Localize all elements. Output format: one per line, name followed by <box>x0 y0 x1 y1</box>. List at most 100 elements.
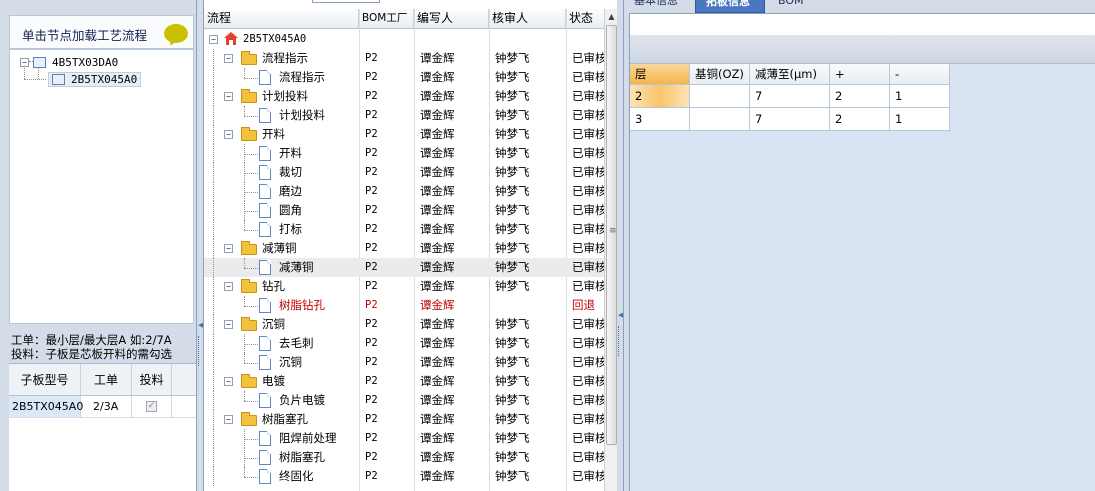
col-header-order[interactable]: 工单 <box>81 364 132 395</box>
flow-group-row[interactable]: − 沉铜 P2 谭金辉 钟梦飞 已审核 <box>204 315 604 334</box>
flow-step-row[interactable]: 树脂钻孔 P2 谭金辉 回退 <box>204 296 604 315</box>
cell-reviewer: 钟梦飞 <box>495 241 530 255</box>
cell-status: 回退 <box>572 298 595 312</box>
cell-minus[interactable]: 1 <box>890 85 950 108</box>
cell-bom: P2 <box>365 204 378 216</box>
document-icon <box>259 146 271 161</box>
collapse-icon[interactable]: − <box>224 282 233 291</box>
col-header-flow[interactable]: 流程 <box>204 9 359 28</box>
cell-bom: P2 <box>365 318 378 330</box>
flow-group-row[interactable]: − 电镀 P2 谭金辉 钟梦飞 已审核 <box>204 372 604 391</box>
flow-step-row[interactable]: 树脂塞孔 P2 谭金辉 钟梦飞 已审核 <box>204 448 604 467</box>
flow-label: 钻孔 <box>262 279 285 293</box>
flow-step-row[interactable]: 裁切 P2 谭金辉 钟梦飞 已审核 <box>204 163 604 182</box>
flow-step-row[interactable]: 流程指示 P2 谭金辉 钟梦飞 已审核 <box>204 68 604 87</box>
flow-step-row[interactable]: 计划投料 P2 谭金辉 钟梦飞 已审核 <box>204 106 604 125</box>
flow-label: 沉铜 <box>279 355 302 369</box>
cell-reviewer: 钟梦飞 <box>495 450 530 464</box>
col-header-model[interactable]: 子板型号 <box>9 364 81 395</box>
flow-label: 裁切 <box>279 165 302 179</box>
cell-reviewer <box>489 296 566 315</box>
cell-status: 已审核 <box>572 146 604 160</box>
document-icon <box>259 469 271 484</box>
flow-step-row[interactable]: 开料 P2 谭金辉 钟梦飞 已审核 <box>204 144 604 163</box>
top-tab-stub[interactable] <box>312 0 380 3</box>
collapse-icon[interactable]: − <box>224 244 233 253</box>
cell-order[interactable]: 2/3A <box>81 396 132 417</box>
cell-reviewer: 钟梦飞 <box>495 393 530 407</box>
flow-group-row[interactable]: − 流程指示 P2 谭金辉 钟梦飞 已审核 <box>204 49 604 68</box>
flow-step-row[interactable]: 圆角 P2 谭金辉 钟梦飞 已审核 <box>204 201 604 220</box>
flow-step-row[interactable]: 打标 P2 谭金辉 钟梦飞 已审核 <box>204 220 604 239</box>
table-row[interactable]: 2 7 2 1 <box>630 85 1095 108</box>
col-header-layer[interactable]: 层 <box>630 64 690 85</box>
tab-basic-info[interactable]: 基本信息 <box>624 0 692 13</box>
feed-checkbox[interactable]: ✓ <box>146 401 157 412</box>
flow-step-row[interactable]: 沉铜 P2 谭金辉 钟梦飞 已审核 <box>204 353 604 372</box>
info-line-feed: 投料：子板是芯板开料的需勾选 <box>11 347 172 361</box>
cell-status: 已审核 <box>572 355 604 369</box>
tree-node-2B5TX045A0[interactable]: 2B5TX045A0 <box>48 72 142 87</box>
cell-base-copper[interactable] <box>690 108 750 131</box>
folder-icon <box>241 51 257 65</box>
collapse-icon[interactable]: − <box>20 58 29 67</box>
collapse-icon[interactable]: − <box>224 377 233 386</box>
col-header-base-copper[interactable]: 基铜(OZ) <box>690 64 750 85</box>
cell-bom: P2 <box>365 90 378 102</box>
cell-plus[interactable]: 2 <box>830 85 890 108</box>
col-header-plus[interactable]: + <box>830 64 890 85</box>
tab-lamination-info[interactable]: 拓板信息 <box>695 0 765 13</box>
cell-writer: 谭金辉 <box>420 108 455 122</box>
flow-step-row[interactable]: 磨边 P2 谭金辉 钟梦飞 已审核 <box>204 182 604 201</box>
col-header-thin-to[interactable]: 减薄至(μm) <box>750 64 830 85</box>
cell-writer: 谭金辉 <box>420 412 455 426</box>
flow-step-row[interactable]: 阻焊前处理 P2 谭金辉 钟梦飞 已审核 <box>204 429 604 448</box>
table-row[interactable]: 2B5TX045A0 2/3A ✓ <box>9 396 196 418</box>
col-header-feed[interactable]: 投料 <box>132 364 172 395</box>
vertical-scrollbar[interactable]: ▲ ≡ <box>604 9 618 491</box>
cell-base-copper[interactable] <box>690 85 750 108</box>
col-header-bom[interactable]: BOM工厂 <box>359 9 414 28</box>
cell-status: 已审核 <box>572 51 604 65</box>
cell-bom: P2 <box>365 432 378 444</box>
cell-layer[interactable]: 2 <box>630 85 690 108</box>
cell-writer: 谭金辉 <box>420 355 455 369</box>
col-header-reviewer[interactable]: 核审人 <box>489 9 566 28</box>
collapse-icon[interactable]: − <box>224 130 233 139</box>
cell-thin-to[interactable]: 7 <box>750 108 830 131</box>
cell-bom: P2 <box>365 394 378 406</box>
cell-minus[interactable]: 1 <box>890 108 950 131</box>
collapse-icon[interactable]: − <box>224 54 233 63</box>
tree-node-4B5TX03DA0[interactable]: − 4B5TX03DA0 <box>20 56 118 69</box>
flow-group-row[interactable]: − 开料 P2 谭金辉 钟梦飞 已审核 <box>204 125 604 144</box>
load-flow-hint: 单击节点加载工艺流程 <box>22 28 148 43</box>
root-row[interactable]: − 2B5TX045A0 <box>204 30 604 49</box>
cell-plus[interactable]: 2 <box>830 108 890 131</box>
flow-group-row[interactable]: − 减薄铜 P2 谭金辉 钟梦飞 已审核 <box>204 239 604 258</box>
speech-bubble-icon[interactable] <box>164 24 188 43</box>
flow-step-row[interactable]: 去毛刺 P2 谭金辉 钟梦飞 已审核 <box>204 334 604 353</box>
cell-layer[interactable]: 3 <box>630 108 690 131</box>
collapse-icon[interactable]: − <box>224 320 233 329</box>
flow-group-row[interactable]: − 树脂塞孔 P2 谭金辉 钟梦飞 已审核 <box>204 410 604 429</box>
cell-status: 已审核 <box>572 336 604 350</box>
tab-bom[interactable]: BOM <box>768 0 808 13</box>
flow-step-row[interactable]: 负片电镀 P2 谭金辉 钟梦飞 已审核 <box>204 391 604 410</box>
cell-reviewer: 钟梦飞 <box>495 89 530 103</box>
collapse-icon[interactable]: − <box>224 415 233 424</box>
flow-group-row[interactable]: − 计划投料 P2 谭金辉 钟梦飞 已审核 <box>204 87 604 106</box>
subboard-grid: 子板型号 工单 投料 2B5TX045A0 2/3A ✓ <box>9 363 196 491</box>
collapse-icon[interactable]: − <box>209 35 218 44</box>
col-header-minus[interactable]: - <box>890 64 950 85</box>
collapse-icon[interactable]: − <box>224 92 233 101</box>
cell-writer: 谭金辉 <box>420 279 455 293</box>
flow-step-row[interactable]: 终固化 P2 谭金辉 钟梦飞 已审核 <box>204 467 604 486</box>
cell-model[interactable]: 2B5TX045A0 <box>9 396 83 417</box>
col-header-writer[interactable]: 编写人 <box>414 9 489 28</box>
cell-thin-to[interactable]: 7 <box>750 85 830 108</box>
col-header-status[interactable]: 状态 <box>566 9 604 28</box>
flow-group-row[interactable]: − 钻孔 P2 谭金辉 钟梦飞 已审核 <box>204 277 604 296</box>
scroll-thumb[interactable]: ≡ <box>606 25 617 445</box>
flow-step-row[interactable]: 减薄铜 P2 谭金辉 钟梦飞 已审核 <box>204 258 604 277</box>
table-row[interactable]: 3 7 2 1 <box>630 108 1095 131</box>
